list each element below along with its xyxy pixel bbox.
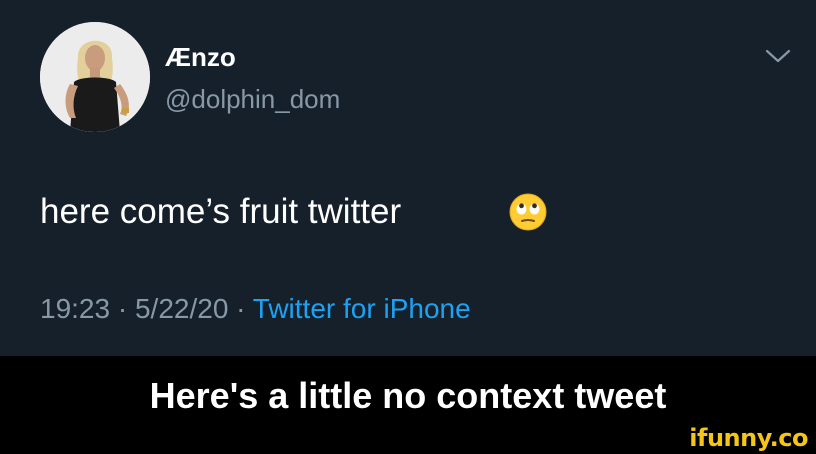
meme-caption: Here's a little no context tweet (149, 375, 667, 416)
meta-separator: · (228, 293, 253, 324)
tweet-card: Ænzo @dolphin_dom here come’s fruit twit… (0, 0, 816, 356)
user-handle[interactable]: @dolphin_dom (165, 84, 340, 114)
tweet-meta: 19:23 · 5/22/20 · Twitter for iPhone (40, 292, 471, 326)
ifunny-watermark: ifunny.co (689, 424, 808, 452)
display-name[interactable]: Ænzo (165, 42, 236, 72)
chevron-down-icon[interactable] (764, 46, 792, 66)
tweet-text: here come’s fruit twitter (40, 192, 402, 231)
tweet-time: 19:23 (40, 293, 111, 324)
face-with-rolling-eyes-icon (509, 193, 547, 231)
tweet-date: 5/22/20 (134, 293, 229, 324)
profile-photo-icon (40, 22, 150, 132)
meme-screenshot: Ænzo @dolphin_dom here come’s fruit twit… (0, 0, 816, 454)
tweet-source-link[interactable]: Twitter for iPhone (253, 293, 471, 324)
avatar[interactable] (40, 22, 150, 132)
meta-separator: · (110, 293, 135, 324)
